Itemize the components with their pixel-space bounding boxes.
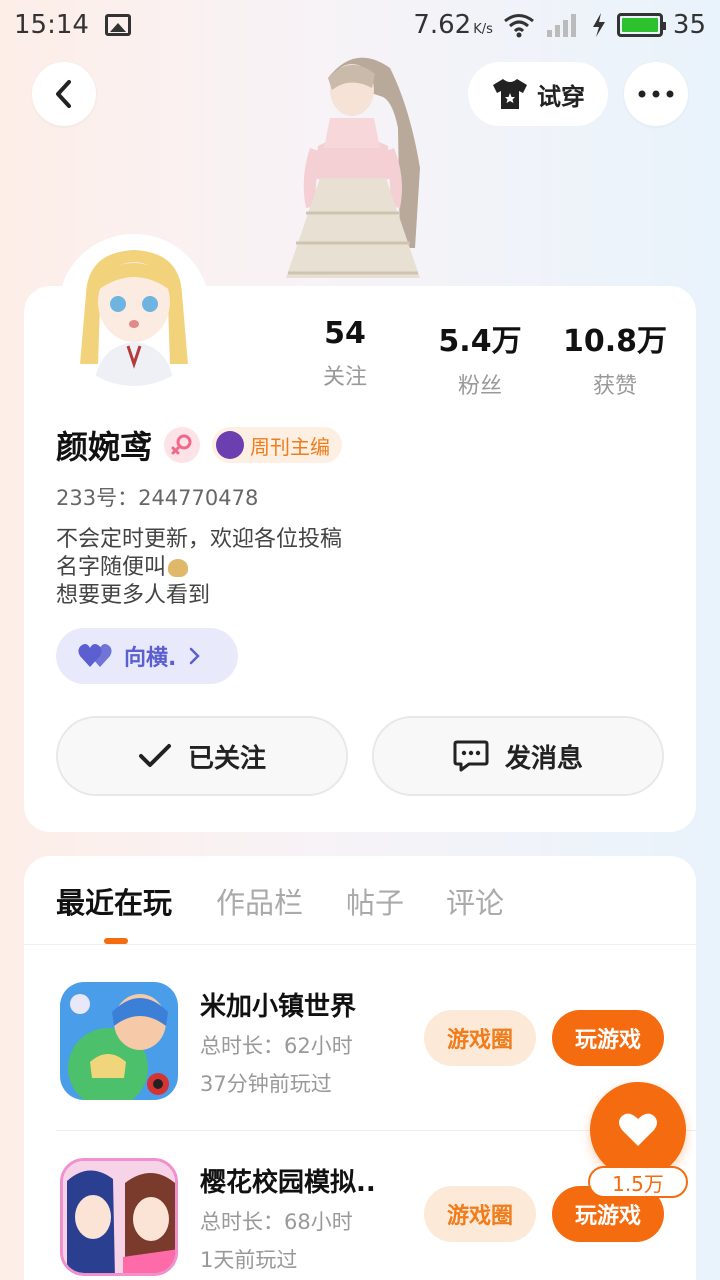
stat-label: 获赞 [592, 374, 637, 399]
stat-value: 10.8万 [562, 324, 668, 359]
heart-icon [619, 1113, 657, 1146]
wifi-icon [503, 14, 534, 38]
tryon-label: 试穿 [537, 82, 585, 111]
battery-level: 35 [672, 10, 706, 40]
chat-bubble-icon [453, 740, 489, 772]
avatar[interactable] [58, 234, 210, 386]
bio-line: 想要更多人看到 [56, 583, 211, 608]
stat-fans[interactable]: 5.4万 粉丝 [415, 316, 545, 400]
status-bar: 15:14 7.62 K/s 35 [0, 0, 720, 50]
followed-label: 已关注 [187, 743, 266, 774]
username: 颜婉鸢 [56, 428, 153, 466]
stat-value: 5.4万 [438, 324, 522, 359]
name-row: 颜婉鸢 周刊主编 [56, 422, 343, 468]
stat-label: 关注 [322, 365, 367, 390]
tab-works[interactable]: 作品栏 [216, 880, 303, 922]
title-badge-label: 周刊主编 [250, 434, 331, 459]
profile-stats: 54 关注 5.4万 粉丝 10.8万 获赞 [280, 316, 680, 400]
game-name: 米加小镇世界 [200, 992, 357, 1022]
game-last-played: 37分钟前玩过 [200, 1072, 332, 1096]
tab-posts[interactable]: 帖子 [346, 880, 404, 922]
divider [24, 944, 696, 945]
editor-badge-icon [216, 431, 245, 459]
tab-comments[interactable]: 评论 [446, 880, 504, 922]
praying-hands-icon [168, 559, 189, 577]
charging-icon [592, 13, 605, 37]
like-count: 1.5万 [588, 1166, 688, 1198]
cp-tag-label: 向横. [124, 646, 177, 671]
cp-tag[interactable]: 向横. [56, 628, 238, 684]
send-message-label: 发消息 [504, 743, 583, 774]
tshirt-icon [493, 79, 527, 109]
stat-label: 粉丝 [457, 374, 502, 399]
tryon-button[interactable]: 试穿 [468, 62, 608, 126]
more-dots-icon [638, 90, 674, 98]
game-duration: 总时长：62小时 [200, 1034, 353, 1058]
chevron-right-icon [190, 647, 201, 665]
bio: 不会定时更新，欢迎各位投稿 名字随便叫 想要更多人看到 [56, 526, 342, 610]
game-icon[interactable] [60, 1158, 178, 1276]
game-last-played: 1天前玩过 [200, 1248, 298, 1272]
status-time: 15:14 [14, 10, 89, 40]
play-game-button[interactable]: 玩游戏 [552, 1010, 664, 1066]
stat-following[interactable]: 54 关注 [280, 316, 410, 400]
game-circle-button[interactable]: 游戏圈 [424, 1010, 536, 1066]
back-button[interactable] [32, 62, 96, 126]
like-button[interactable] [590, 1082, 686, 1178]
network-speed: 7.62 K/s [413, 10, 493, 40]
game-name: 樱花校园模拟.. [200, 1168, 376, 1198]
tab-recently-played[interactable]: 最近在玩 [56, 880, 172, 922]
battery-icon [616, 13, 666, 37]
avatar-image [58, 234, 210, 386]
stat-value: 54 [324, 316, 366, 351]
signal-icon [546, 14, 576, 37]
avatar-3d-figure[interactable] [270, 48, 460, 288]
double-heart-icon [78, 644, 112, 667]
stat-likes[interactable]: 10.8万 获赞 [550, 316, 680, 400]
send-message-button[interactable]: 发消息 [372, 716, 664, 796]
bio-line: 名字随便叫 [56, 554, 342, 582]
followed-button[interactable]: 已关注 [56, 716, 348, 796]
list-item[interactable]: 樱花校园模拟.. 总时长：68小时 1天前玩过 游戏圈 玩游戏 [56, 1158, 666, 1280]
user-id: 233号：244770478 [56, 486, 259, 510]
game-duration: 总时长：68小时 [200, 1210, 353, 1234]
image-notification-icon [104, 14, 131, 36]
chevron-left-icon [56, 80, 71, 108]
game-circle-button[interactable]: 游戏圈 [424, 1186, 536, 1242]
more-button[interactable] [624, 62, 688, 126]
check-icon [138, 744, 171, 767]
bio-line: 不会定时更新，欢迎各位投稿 [56, 527, 343, 552]
list-item[interactable]: 米加小镇世界 总时长：62小时 37分钟前玩过 游戏圈 玩游戏 [56, 982, 666, 1132]
game-icon[interactable] [60, 982, 178, 1100]
title-badge[interactable]: 周刊主编 [212, 427, 343, 463]
female-icon [164, 427, 201, 463]
